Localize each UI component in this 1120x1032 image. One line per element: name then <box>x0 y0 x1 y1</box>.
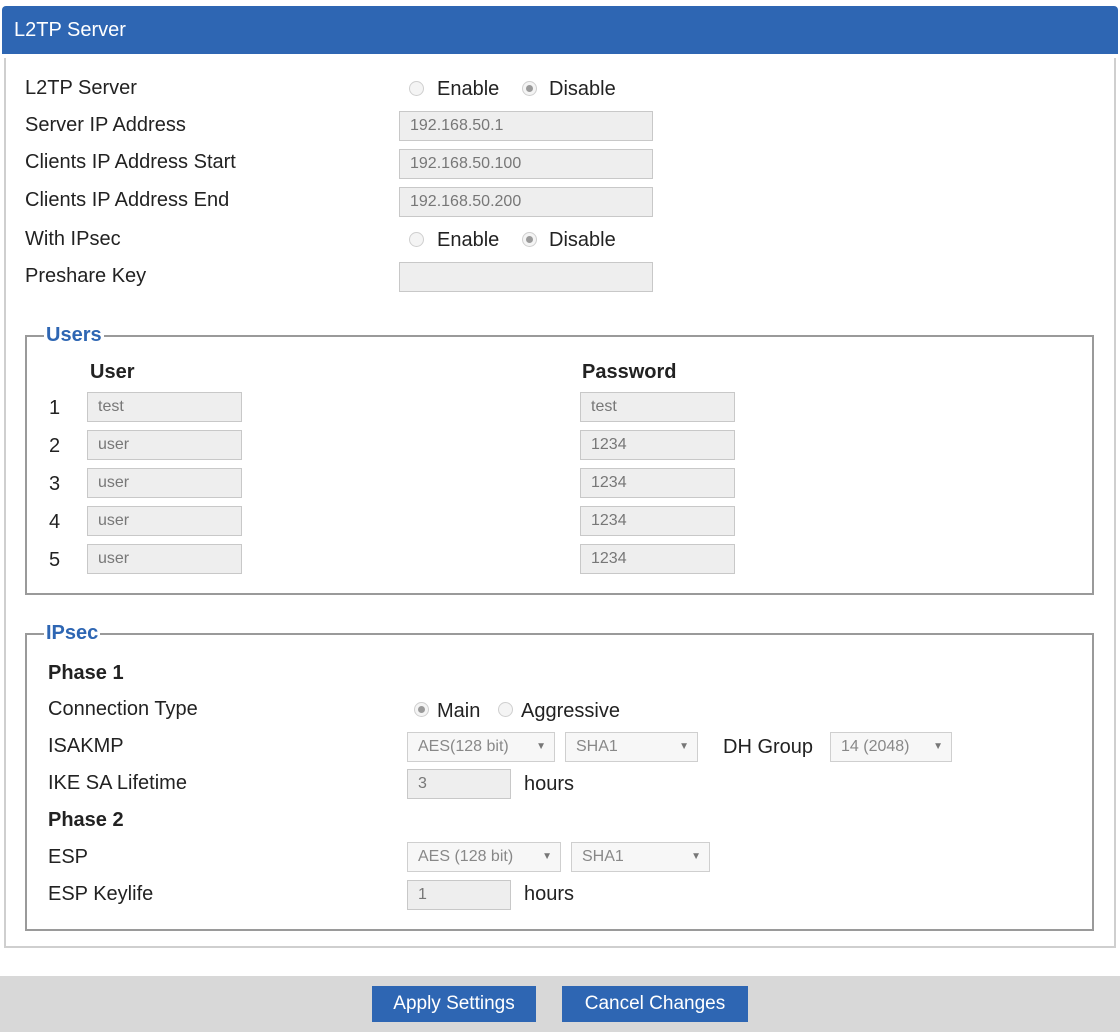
connection-main-radio[interactable] <box>414 702 429 717</box>
preshare-key-label: Preshare Key <box>25 265 147 287</box>
dropdown-arrow-icon: ▼ <box>933 741 943 752</box>
user-row-number: 5 <box>49 549 61 571</box>
l2tp-server-label: L2TP Server <box>25 77 137 99</box>
ike-sa-lifetime-label: IKE SA Lifetime <box>48 772 187 794</box>
users-legend: Users <box>44 323 104 347</box>
ipsec-enable-radio[interactable] <box>409 232 424 247</box>
password-input-4[interactable]: 1234 <box>580 506 735 536</box>
user-input-2[interactable]: user <box>87 430 242 460</box>
user-column-header: User <box>90 361 135 383</box>
user-row-number: 2 <box>49 435 61 457</box>
user-input-3[interactable]: user <box>87 468 242 498</box>
dropdown-arrow-icon: ▼ <box>691 851 701 862</box>
connection-aggressive-radio[interactable] <box>498 702 513 717</box>
server-ip-input[interactable]: 192.168.50.1 <box>399 111 653 141</box>
l2tp-enable-radio[interactable] <box>409 81 424 96</box>
user-row-number: 1 <box>49 397 61 419</box>
esp-encryption-value: AES (128 bit) <box>418 848 514 865</box>
phase2-heading: Phase 2 <box>48 809 124 831</box>
user-row-number: 4 <box>49 511 61 533</box>
esp-keylife-input[interactable]: 1 <box>407 880 511 910</box>
esp-hours-label: hours <box>524 883 575 905</box>
clients-start-input[interactable]: 192.168.50.100 <box>399 149 653 179</box>
l2tp-disable-label: Disable <box>549 78 616 100</box>
isakmp-encryption-value: AES(128 bit) <box>418 738 509 755</box>
dh-group-value: 14 (2048) <box>841 738 910 755</box>
connection-type-label: Connection Type <box>48 698 198 720</box>
l2tp-disable-radio[interactable] <box>522 81 537 96</box>
esp-encryption-select[interactable]: AES (128 bit) ▼ <box>407 842 561 872</box>
cancel-changes-button[interactable]: Cancel Changes <box>562 986 748 1022</box>
esp-keylife-label: ESP Keylife <box>48 883 154 905</box>
password-input-5[interactable]: 1234 <box>580 544 735 574</box>
footer-bar <box>0 976 1120 1032</box>
dropdown-arrow-icon: ▼ <box>542 851 552 862</box>
ipsec-disable-label: Disable <box>549 229 616 251</box>
page-title: L2TP Server <box>14 19 126 41</box>
ike-hours-label: hours <box>524 773 575 795</box>
panel-header: L2TP Server <box>2 6 1118 54</box>
password-column-header: Password <box>582 361 677 383</box>
phase1-heading: Phase 1 <box>48 662 124 684</box>
with-ipsec-label: With IPsec <box>25 228 121 250</box>
dropdown-arrow-icon: ▼ <box>679 741 689 752</box>
ipsec-disable-radio[interactable] <box>522 232 537 247</box>
isakmp-hash-select[interactable]: SHA1 ▼ <box>565 732 698 762</box>
esp-label: ESP <box>48 846 89 868</box>
ipsec-legend: IPsec <box>44 621 101 645</box>
l2tp-enable-label: Enable <box>437 78 500 100</box>
ike-sa-lifetime-input[interactable]: 3 <box>407 769 511 799</box>
user-row-number: 3 <box>49 473 61 495</box>
preshare-key-input[interactable] <box>399 262 653 292</box>
apply-settings-button[interactable]: Apply Settings <box>372 986 536 1022</box>
server-ip-label: Server IP Address <box>25 114 186 136</box>
connection-main-label: Main <box>437 700 481 722</box>
user-input-1[interactable]: test <box>87 392 242 422</box>
password-input-1[interactable]: test <box>580 392 735 422</box>
isakmp-label: ISAKMP <box>48 735 124 757</box>
esp-hash-value: SHA1 <box>582 848 624 865</box>
ipsec-enable-label: Enable <box>437 229 500 251</box>
esp-hash-select[interactable]: SHA1 ▼ <box>571 842 710 872</box>
dh-group-label: DH Group <box>723 736 814 758</box>
clients-start-label: Clients IP Address Start <box>25 151 236 173</box>
clients-end-label: Clients IP Address End <box>25 189 230 211</box>
dh-group-select[interactable]: 14 (2048) ▼ <box>830 732 952 762</box>
user-input-5[interactable]: user <box>87 544 242 574</box>
dropdown-arrow-icon: ▼ <box>536 741 546 752</box>
password-input-3[interactable]: 1234 <box>580 468 735 498</box>
user-input-4[interactable]: user <box>87 506 242 536</box>
isakmp-encryption-select[interactable]: AES(128 bit) ▼ <box>407 732 555 762</box>
clients-end-input[interactable]: 192.168.50.200 <box>399 187 653 217</box>
password-input-2[interactable]: 1234 <box>580 430 735 460</box>
connection-aggressive-label: Aggressive <box>521 700 620 722</box>
isakmp-hash-value: SHA1 <box>576 738 618 755</box>
